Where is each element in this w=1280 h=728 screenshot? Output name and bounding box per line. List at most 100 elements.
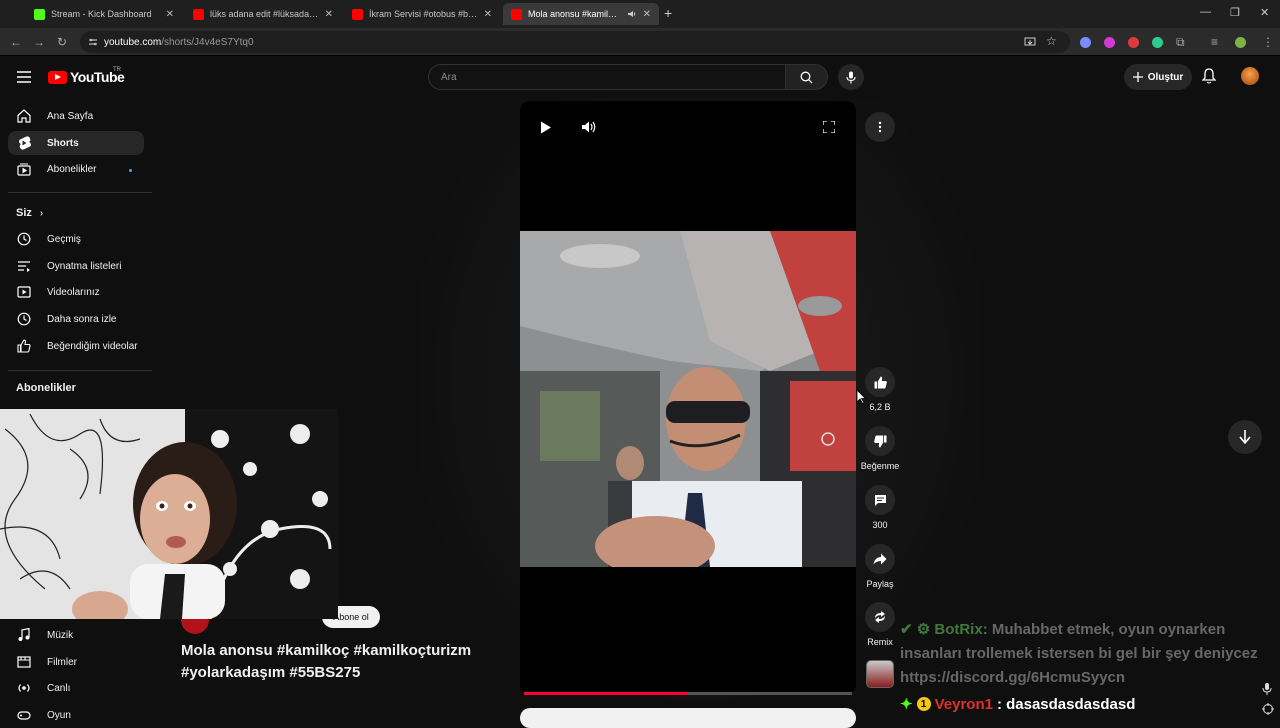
bookmark-star-icon[interactable]: ☆ [1046,34,1057,48]
browser-menu-icon[interactable]: ⋮ [1262,35,1274,49]
media-controls-icon[interactable]: ≡ [1211,35,1218,49]
extensions-puzzle-icon[interactable]: ⧉ [1176,35,1185,50]
reload-icon[interactable]: ↻ [57,35,67,49]
sidebar-item-label: Geçmiş [47,233,81,245]
youtube-favicon-icon [511,8,522,20]
logo-country-code: TR [113,67,121,73]
verified-check-icon: ✔ ⚙ [900,621,931,638]
dislike-label: Beğenme [860,461,900,471]
remix-icon [875,611,885,623]
sidebar-item-history[interactable]: Geçmiş [8,227,144,251]
sidebar-item-watch-later[interactable]: Daha sonra izle [8,307,144,331]
voice-search-button[interactable] [838,64,864,90]
sidebar-item-subscriptions[interactable]: Abonelikler [8,157,144,181]
sidebar-item-home[interactable]: Ana Sayfa [8,104,144,128]
sidebar-item-gaming[interactable]: Oyun [8,703,144,727]
divider [8,192,152,193]
sidebar-item-playlists[interactable]: Oynatma listeleri [8,254,144,278]
section-you-heading[interactable]: Siz › [16,207,43,219]
history-icon [17,232,31,246]
next-short-preview[interactable] [520,708,856,728]
create-button[interactable]: Oluştur [1124,64,1192,90]
new-tab-button[interactable]: + [664,5,672,21]
youtube-masthead: YouTube TR Ara Oluştur [0,56,1280,98]
profile-avatar-icon[interactable] [1235,37,1246,48]
extension-icon[interactable] [1104,37,1115,48]
shorts-player[interactable] [520,101,856,695]
arrow-down-icon [1239,430,1251,444]
youtube-play-logo-icon [48,70,67,84]
browser-tab[interactable]: İkram Servisi #otobus #bus - Yo ✕ [344,3,500,25]
hamburger-menu-icon[interactable] [17,71,31,83]
youtube-favicon-icon [352,8,363,20]
sidebar-item-liked-videos[interactable]: Beğendiğim videolar [8,334,144,358]
comments-action[interactable]: 300 [860,485,900,530]
extension-icon[interactable] [1128,37,1139,48]
video-progress-fill [524,692,688,695]
crosshair-icon[interactable] [1262,703,1274,715]
forward-icon[interactable]: → [33,35,45,49]
sidebar-item-label: Abonelikler [47,163,97,175]
back-icon[interactable]: ← [10,35,22,49]
comments-button[interactable] [865,485,895,515]
tab-audio-icon[interactable] [627,9,637,19]
extension-icon[interactable] [1080,37,1091,48]
sidebar-item-label: Daha sonra izle [47,313,117,325]
site-info-icon[interactable] [88,37,98,47]
browser-tab[interactable]: lüks adana edit #lüksadana #lü ✕ [185,3,341,25]
section-heading-label: Siz [16,207,32,219]
playlists-icon [18,261,30,272]
extension-icon[interactable] [1152,37,1163,48]
like-button[interactable] [865,367,895,397]
close-tab-icon[interactable]: ✕ [325,9,333,20]
minimize-icon[interactable]: — [1200,6,1211,18]
restore-icon[interactable]: ❐ [1230,6,1240,19]
create-label: Oluştur [1147,71,1184,83]
section-subscriptions-heading: Abonelikler [16,382,76,394]
microphone-icon[interactable] [1262,683,1272,695]
close-tab-icon[interactable]: ✕ [643,9,651,20]
volume-button[interactable] [580,119,598,135]
sidebar-item-your-videos[interactable]: Videolarınız [8,280,144,304]
comment-icon [874,494,886,506]
live-icon [18,684,30,692]
next-short-button[interactable] [1228,420,1262,454]
close-window-icon[interactable]: ✕ [1260,6,1269,19]
share-label: Paylaş [866,579,894,589]
sidebar-item-label: Beğendiğim videolar [47,340,138,352]
tab-title: lüks adana edit #lüksadana #lü [210,9,319,19]
more-vert-icon [878,121,882,133]
more-options-button[interactable] [865,112,895,142]
dislike-button[interactable] [865,426,895,456]
sidebar-item-music[interactable]: Müzik [8,623,144,647]
remix-action[interactable]: Remix [860,602,900,647]
search-input[interactable]: Ara [428,64,786,90]
chat-message: ✔ ⚙ BotRix: Muhabbet etmek, oyun oynarke… [900,618,1275,690]
account-avatar[interactable] [1241,67,1259,85]
sidebar-item-label: Videolarınız [47,286,100,298]
sidebar-item-live[interactable]: Canlı [8,676,144,700]
chat-username: Veyron1 [934,695,993,713]
mouse-cursor-icon [857,390,867,404]
notifications-bell-icon[interactable] [1202,68,1216,84]
sidebar-item-shorts[interactable]: Shorts [8,131,144,155]
browser-tab[interactable]: Stream - Kick Dashboard ✕ [26,3,182,25]
url-field[interactable]: youtube.com/shorts/J4v4eS7Ytq0 ☆ [80,31,1070,53]
video-frame [520,231,856,567]
browser-tab-active[interactable]: Mola anonsu #kamilkoç #ka ✕ [503,3,659,25]
sidebar-item-movies[interactable]: Filmler [8,650,144,674]
chevron-right-icon: › [39,207,44,219]
chat-username: BotRix [934,621,983,638]
search-button[interactable] [786,64,828,90]
install-app-icon[interactable] [1024,36,1036,48]
share-action[interactable]: Paylaş [860,544,900,589]
url-path: /shorts/J4v4eS7Ytq0 [161,36,254,48]
share-button[interactable] [865,544,895,574]
close-tab-icon[interactable]: ✕ [484,9,492,20]
dislike-action[interactable]: Beğenme [860,426,900,471]
sound-thumbnail[interactable] [866,660,894,688]
fullscreen-button[interactable] [820,119,838,135]
remix-button[interactable] [865,602,895,632]
play-button[interactable] [538,119,554,135]
close-tab-icon[interactable]: ✕ [166,9,174,20]
